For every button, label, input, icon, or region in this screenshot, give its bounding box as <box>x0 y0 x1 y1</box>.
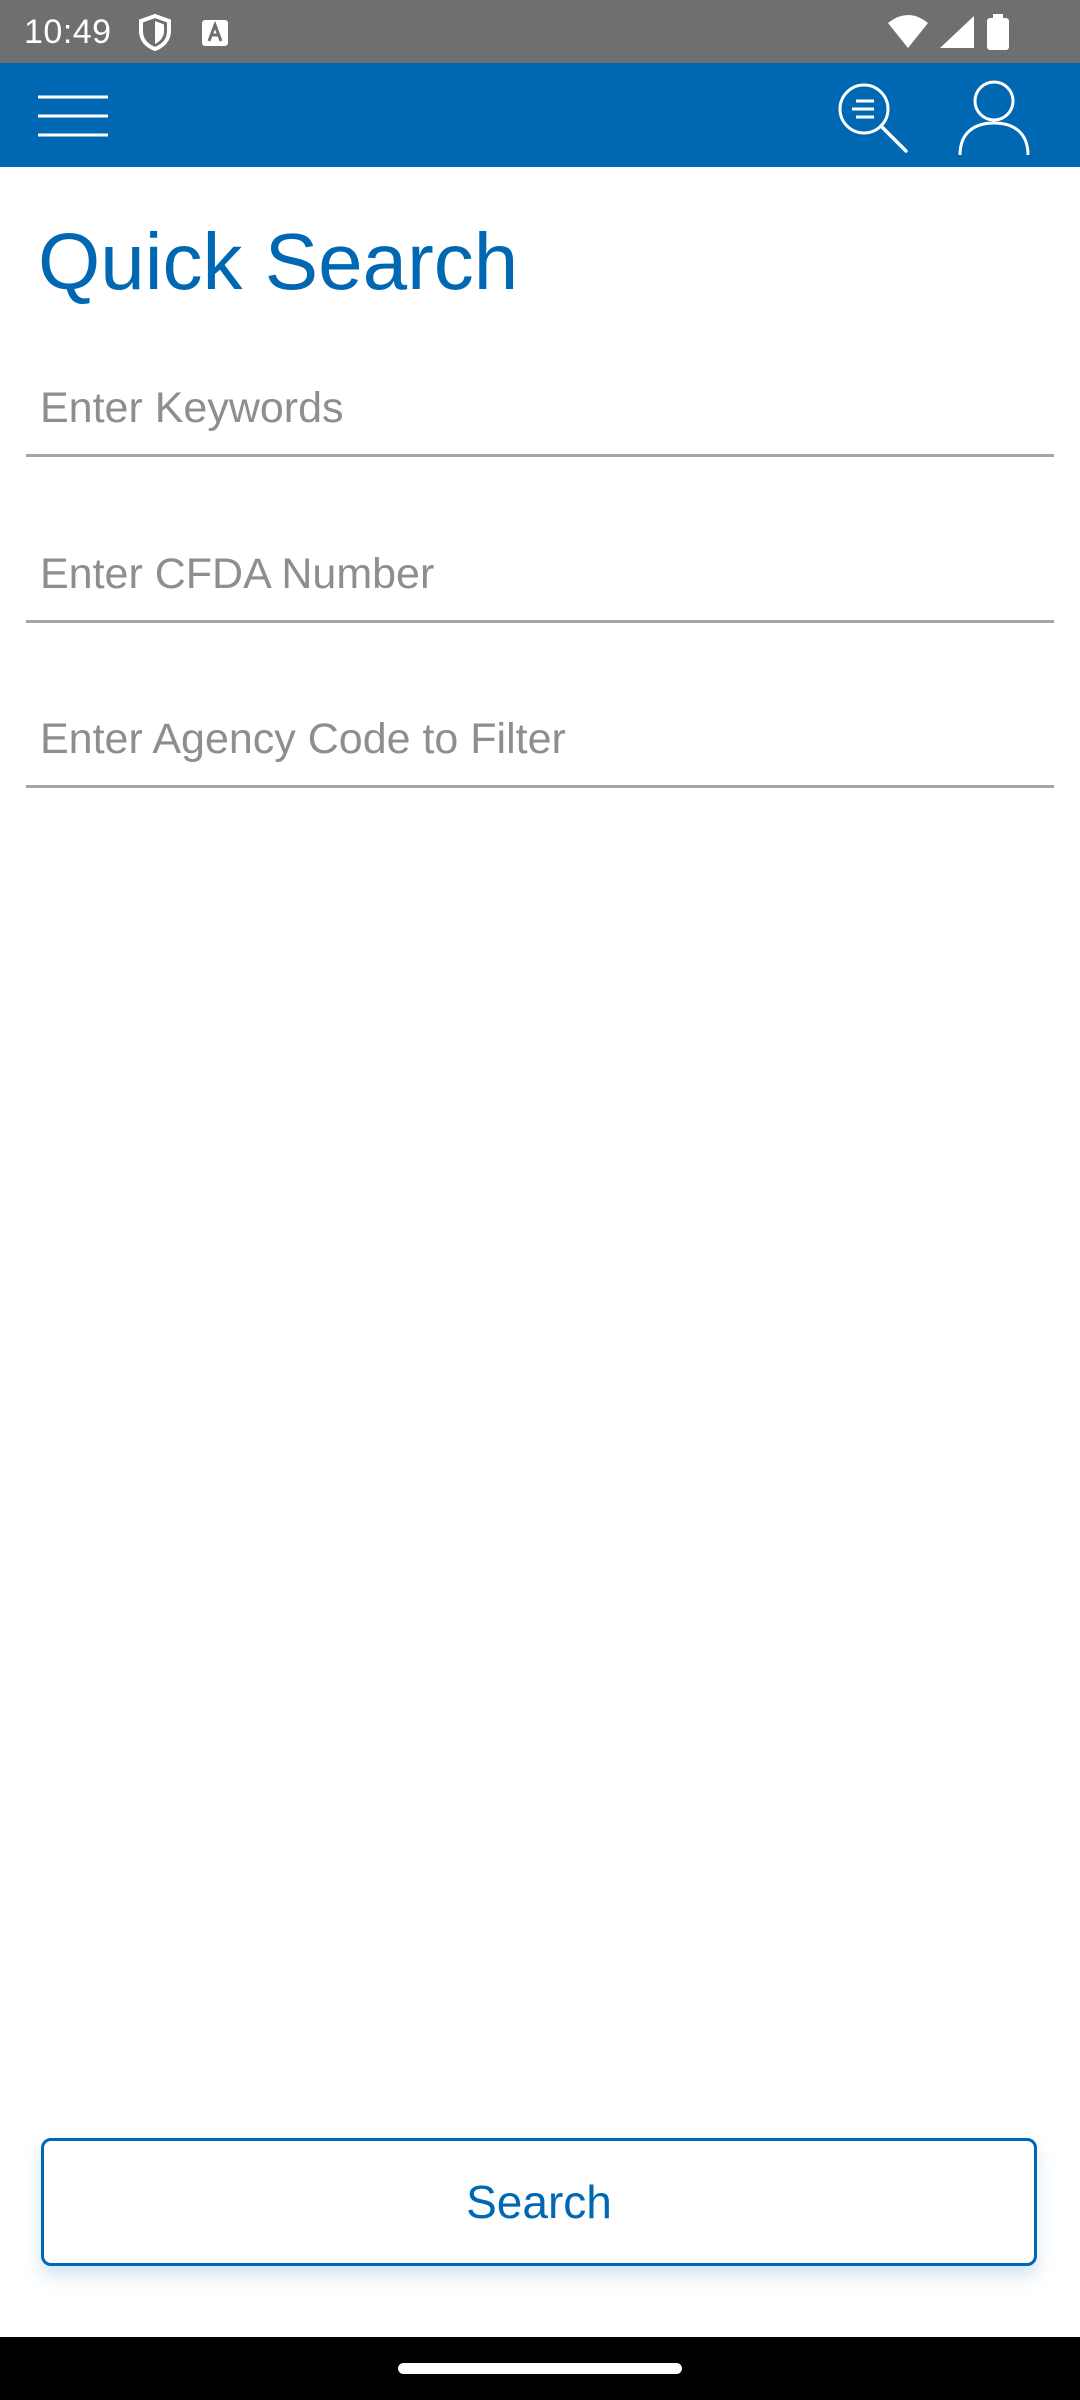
cfda-number-field <box>26 530 1054 623</box>
status-bar: 10:49 <box>0 0 1080 63</box>
search-button[interactable]: Search <box>41 2138 1037 2266</box>
agency-code-field <box>26 695 1054 788</box>
profile-icon[interactable] <box>956 77 1032 157</box>
a-letter-icon <box>202 20 228 46</box>
battery-icon <box>987 14 1009 50</box>
search-list-icon[interactable] <box>834 79 910 155</box>
status-time: 10:49 <box>24 13 112 51</box>
page-title: Quick Search <box>38 217 519 306</box>
app-bar <box>0 63 1080 167</box>
home-indicator[interactable] <box>398 2363 682 2374</box>
navigation-bar <box>0 2337 1080 2400</box>
cfda-number-input[interactable] <box>40 544 1030 604</box>
agency-code-input[interactable] <box>40 709 1030 769</box>
menu-icon[interactable] <box>36 93 110 139</box>
keywords-input[interactable] <box>40 378 1030 438</box>
shield-icon <box>139 13 171 51</box>
wifi-icon <box>888 15 928 48</box>
keywords-field <box>26 364 1054 457</box>
signal-icon <box>940 16 974 48</box>
